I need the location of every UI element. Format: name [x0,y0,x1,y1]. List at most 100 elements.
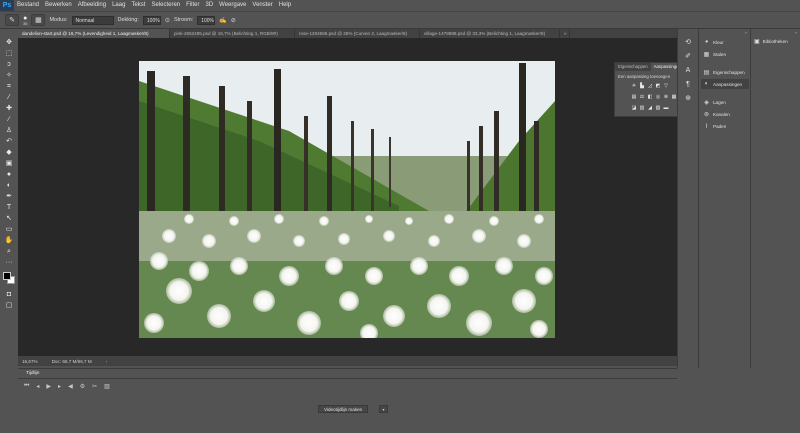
brightness-icon[interactable]: ☀ [631,83,637,89]
timeline-tab[interactable]: Tijdlijn [22,370,44,378]
gradient-map-icon[interactable]: ▬ [663,105,669,111]
dandelion-vineyard-image [139,61,555,338]
adjustments-title: Een aanpassing toevoegen [618,74,671,79]
chevron-down-icon[interactable]: ▾ [379,405,388,413]
split-icon[interactable]: ✂ [92,383,97,390]
type-tool-icon[interactable]: T [3,203,15,212]
transition-icon[interactable]: ▨ [104,383,110,390]
mode-select[interactable]: Normaal [71,15,114,25]
channel-mixer-icon[interactable]: ⊛ [663,94,669,100]
airbrush-icon[interactable]: ✍ [219,17,226,24]
hue-saturation-icon[interactable]: ▤ [631,94,637,100]
path-select-tool-icon[interactable]: ↖ [3,214,15,223]
opacity-field[interactable]: 100% [142,15,161,25]
dock-item-eigenschappen[interactable]: ▤ Eigenschappen [701,67,749,77]
timeline-panel: Tijdlijn ⏮ ◂ ▶ ▸ ◀ ⚙ ✂ ▨ Videotijdlijn m… [18,368,677,433]
menu-selecteren[interactable]: Selecteren [148,0,183,11]
more-tools-icon[interactable]: ··· [3,258,15,267]
menu-bestand[interactable]: Bestand [14,0,42,11]
dock-item-stalen[interactable]: ▦ Stalen [701,49,749,59]
vibrance-icon[interactable]: ▽ [663,83,669,89]
menu-weergave[interactable]: Weergave [216,0,249,11]
options-bar: ✎ ● 35 ▦ Modus: Normaal Dekking: 100% ⊙ … [0,11,800,29]
color-balance-icon[interactable]: ⚖ [639,94,645,100]
settings-icon[interactable]: ⚙ [80,383,85,390]
tab-eigenschappen[interactable]: Eigenschappen [615,63,651,71]
eraser-tool-icon[interactable]: ◆ [3,148,15,157]
play-icon[interactable]: ▶ [46,383,51,390]
collapse-icon[interactable]: » [795,30,797,35]
lasso-tool-icon[interactable]: ↄ [3,60,15,69]
hand-tool-icon[interactable]: ✋ [3,236,15,245]
size-pressure-icon[interactable]: ⊘ [231,17,236,24]
exposure-icon[interactable]: ◩ [655,83,661,89]
shape-tool-icon[interactable]: ▭ [3,225,15,234]
levels-icon[interactable]: ▙ [639,83,645,89]
selective-color-icon[interactable]: ▧ [655,105,661,111]
move-tool-icon[interactable]: ✥ [3,38,15,47]
dock-item-kleur[interactable]: ◕ Kleur [701,37,749,47]
dock-item-aanpassingen[interactable]: ◐ Aanpassingen [701,79,749,89]
paragraph-icon[interactable]: ¶ [684,81,692,89]
eyedropper-tool-icon[interactable]: ⁄ [3,93,15,102]
character-icon[interactable]: A [684,67,692,75]
dock-icon-strip: ⟲ ✐ A ¶ ⊕ [677,29,697,368]
zoom-tool-icon[interactable]: ⌕ [3,247,15,256]
blur-tool-icon[interactable]: ● [3,170,15,179]
menu-help[interactable]: Help [276,0,294,11]
invert-icon[interactable]: ◪ [631,105,637,111]
document-tab[interactable]: pink-2652485.psd @ 16,7% (Belichting 1, … [170,29,295,38]
dock-item-paden[interactable]: ⌇ Paden [701,121,749,131]
history-brush-tool-icon[interactable]: ↶ [3,137,15,146]
previous-frame-icon[interactable]: ◂ [36,383,39,390]
healing-brush-tool-icon[interactable]: ✚ [3,104,15,113]
dock-item-kanalen[interactable]: ⊚ Kanalen [701,109,749,119]
audio-icon[interactable]: ◀ [68,383,73,390]
brush-tool-icon[interactable]: ∕ [3,115,15,124]
dock-item-bibliotheken[interactable]: ▣ Bibliotheken [754,38,788,45]
curves-icon[interactable]: ◿ [647,83,653,89]
marquee-tool-icon[interactable]: ⬚ [3,49,15,58]
opacity-pressure-icon[interactable]: ⊙ [165,17,170,24]
clone-source-icon[interactable]: ⊕ [684,95,692,103]
menu-filter[interactable]: Filter [183,0,202,11]
quick-mask-icon[interactable]: ◘ [3,290,15,299]
document-tab[interactable]: rose-1204686.psd @ 25% (Curven 2, Laagma… [295,29,420,38]
brush-tool-preset-icon[interactable]: ✎ [5,14,19,26]
menu-afbeelding[interactable]: Afbeelding [75,0,109,11]
next-frame-icon[interactable]: ▸ [58,383,61,390]
screen-mode-icon[interactable]: ▢ [3,301,15,310]
document-tab[interactable]: village-1478888.psd @ 33,3% (Belichting … [420,29,560,38]
menu-venster[interactable]: Venster [249,0,275,11]
brush-size-picker[interactable]: ● 35 [23,15,27,26]
menu-3d[interactable]: 3D [202,0,216,11]
quick-select-tool-icon[interactable]: ✧ [3,71,15,80]
document-image[interactable] [139,61,555,338]
menu-laag[interactable]: Laag [109,0,128,11]
dodge-tool-icon[interactable]: ◐ [3,181,15,190]
color-swatches[interactable] [3,272,15,284]
menu-bewerken[interactable]: Bewerken [42,0,75,11]
menu-tekst[interactable]: Tekst [128,0,148,11]
foreground-color-swatch[interactable] [3,272,11,280]
flow-field[interactable]: 100% [197,15,216,25]
collapse-icon[interactable]: » [745,30,747,35]
threshold-icon[interactable]: ◢ [647,105,653,111]
brush-presets-icon[interactable]: ✐ [684,53,692,61]
photo-filter-icon[interactable]: ◎ [655,94,661,100]
brush-settings-icon[interactable]: ▦ [31,14,46,26]
dock-item-lagen[interactable]: ◈ Lagen [701,97,749,107]
first-frame-icon[interactable]: ⏮ [24,383,29,390]
clone-stamp-tool-icon[interactable]: ♙ [3,126,15,135]
crop-tool-icon[interactable]: ⌗ [3,82,15,91]
gradient-tool-icon[interactable]: ▣ [3,159,15,168]
tab-overflow-icon[interactable]: » [560,29,570,38]
document-tab-active[interactable]: dandelion-start.psd @ 16,7% (Levendighei… [18,29,170,38]
black-white-icon[interactable]: ◧ [647,94,653,100]
history-icon[interactable]: ⟲ [684,39,692,47]
posterize-icon[interactable]: ▥ [639,105,645,111]
pen-tool-icon[interactable]: ✒ [3,192,15,201]
create-video-timeline-button[interactable]: Videotijdlijn maken [318,405,369,413]
zoom-level[interactable]: 16,67% [22,359,38,364]
status-arrow-icon[interactable]: › [106,359,108,364]
